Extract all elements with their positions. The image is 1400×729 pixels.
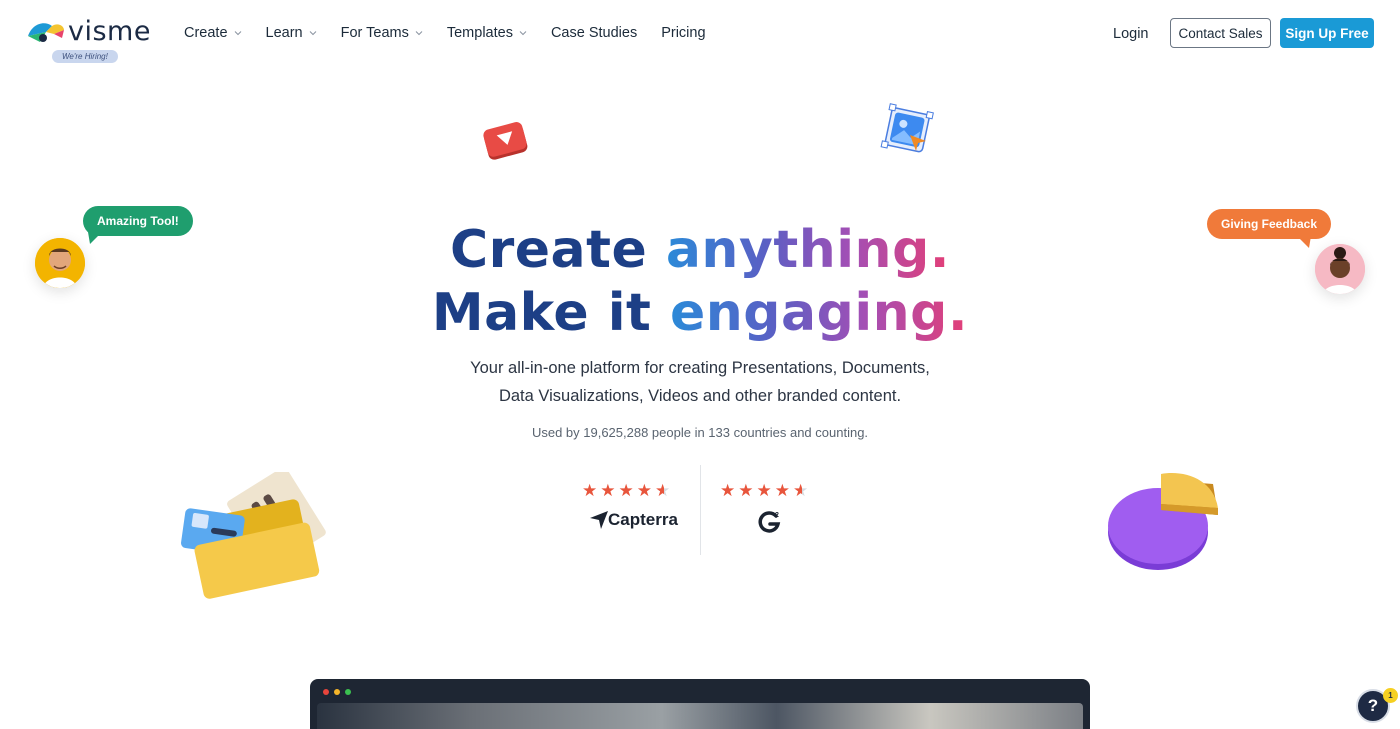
image-edit-icon xyxy=(880,103,934,153)
folder-icon xyxy=(181,472,326,599)
main-menu: Create Learn For Teams Templates Case St… xyxy=(184,25,730,41)
visme-logo-icon xyxy=(28,23,64,42)
hero-title-part: Create xyxy=(449,220,666,280)
window-maximize-dot xyxy=(345,689,351,695)
hero-title-line-2: Make it engaging. xyxy=(0,283,1400,343)
nav-item-for-teams[interactable]: For Teams xyxy=(341,25,423,41)
chevron-down-icon xyxy=(415,31,423,36)
video-play-icon xyxy=(483,122,528,160)
nav-item-learn[interactable]: Learn xyxy=(266,25,317,41)
hero-subtitle-line-1: Your all-in-one platform for creating Pr… xyxy=(470,359,930,377)
sign-up-button[interactable]: Sign Up Free xyxy=(1280,18,1374,48)
window-close-dot xyxy=(323,689,329,695)
top-nav: visme We're Hiring! Create Learn For Tea… xyxy=(0,0,1400,70)
chevron-down-icon xyxy=(234,31,241,36)
nav-item-pricing[interactable]: Pricing xyxy=(661,25,705,41)
usage-stat: Used by 19,625,288 people in 133 countri… xyxy=(531,425,869,440)
hero-title-line-1: Create anything. xyxy=(0,220,1400,280)
hero-title-highlight: engaging. xyxy=(670,283,969,343)
capterra-logo[interactable]: Capterra xyxy=(590,510,678,530)
nav-item-label: Pricing xyxy=(661,25,706,41)
visme-logo[interactable]: visme We're Hiring! xyxy=(26,16,158,64)
svg-text:2: 2 xyxy=(775,512,779,519)
chevron-down-icon xyxy=(309,31,316,36)
nav-item-templates[interactable]: Templates xyxy=(447,25,527,41)
notification-badge: 1 xyxy=(1383,688,1398,703)
nav-item-label: Create xyxy=(184,25,228,41)
g2-logo-icon: 2 xyxy=(758,511,781,533)
nav-item-label: Case Studies xyxy=(550,25,638,41)
nav-item-create[interactable]: Create xyxy=(184,25,242,41)
ratings-block: ★★★★★ Capterra ★★★★★ 2 xyxy=(580,465,830,555)
hero-title-highlight: anything. xyxy=(665,220,951,280)
chevron-down-icon xyxy=(519,31,527,36)
capterra-arrow-icon xyxy=(590,511,608,529)
rating-divider xyxy=(700,465,701,555)
login-link[interactable]: Login xyxy=(1113,26,1148,42)
nav-item-label: For Teams xyxy=(340,25,409,41)
g2-logo[interactable]: 2 xyxy=(758,510,782,540)
contact-sales-button[interactable]: Contact Sales xyxy=(1170,18,1271,48)
logo-wordmark: visme xyxy=(68,16,151,47)
capterra-stars: ★★★★★ xyxy=(582,481,674,500)
g2-stars: ★★★★★ xyxy=(720,481,812,500)
hiring-badge[interactable]: We're Hiring! xyxy=(52,50,118,63)
nav-item-label: Templates xyxy=(446,25,513,41)
pie-chart-icon xyxy=(1108,473,1218,570)
rating-source: Capterra xyxy=(608,510,678,529)
hero-title-part: Make it xyxy=(431,283,671,343)
preview-content xyxy=(317,703,1083,729)
window-minimize-dot xyxy=(334,689,340,695)
nav-item-label: Learn xyxy=(265,25,303,41)
product-preview-window xyxy=(310,679,1090,729)
hero-subtitle-line-2: Data Visualizations, Videos and other br… xyxy=(498,387,902,405)
nav-item-case-studies[interactable]: Case Studies xyxy=(551,25,637,41)
